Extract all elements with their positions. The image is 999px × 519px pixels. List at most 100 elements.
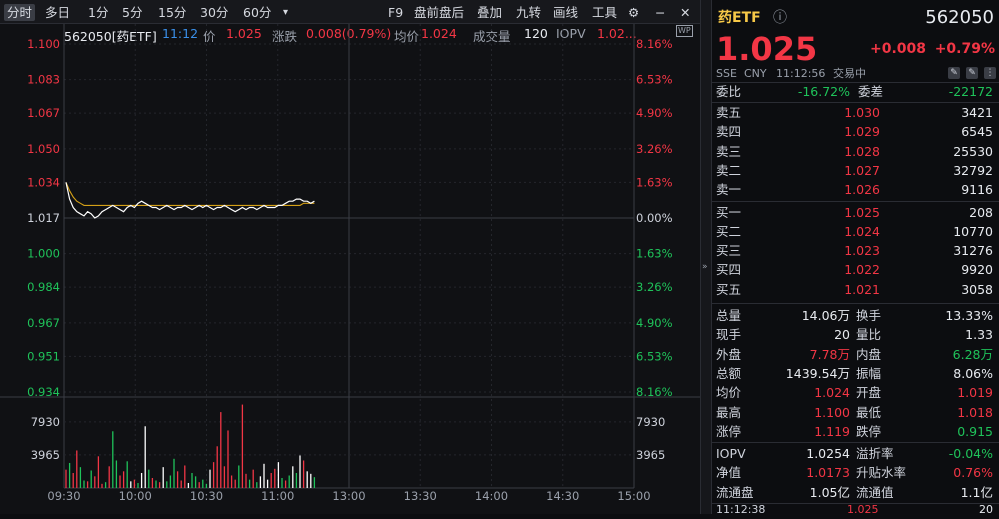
weicha-label: 委差 xyxy=(858,84,884,99)
price-tick-label: 0.984 xyxy=(27,280,60,294)
price-tick-label: 1.034 xyxy=(27,175,60,189)
price-change: +0.008 xyxy=(870,41,927,57)
level-label: 卖五 xyxy=(716,105,742,120)
nine-turn-button[interactable]: 九转 xyxy=(516,4,541,21)
info-icon[interactable]: ⓘ xyxy=(773,7,787,29)
stat-label: 量比 xyxy=(856,327,882,343)
panel-divider[interactable]: » xyxy=(700,0,712,514)
time-tick-label: 09:30 xyxy=(47,489,80,503)
stat-value: 13.33% xyxy=(945,308,993,323)
stat-value: 0.76% xyxy=(953,465,993,481)
bid-row: 买五 1.021 3058 xyxy=(712,280,999,299)
collapse-arrow-icon[interactable]: » xyxy=(702,262,708,272)
level-price[interactable]: 1.021 xyxy=(802,280,880,299)
pct-tick-label: 1.63% xyxy=(636,247,673,261)
tab-30min[interactable]: 30分 xyxy=(200,4,228,21)
chart-panel: 分时 多日 1分 5分 15分 30分 60分 ▾ F9 盘前盘后 叠加 九转 … xyxy=(0,0,700,514)
overlay-button[interactable]: 叠加 xyxy=(477,4,502,21)
edit-icon[interactable]: ✎ xyxy=(948,67,960,79)
stat-value: 14.06万 xyxy=(801,308,850,323)
level-price[interactable]: 1.023 xyxy=(802,241,880,260)
stat-value: 1.1亿 xyxy=(960,484,993,500)
stat-value: 1.33 xyxy=(965,327,993,343)
f9-button[interactable]: F9 xyxy=(388,4,403,21)
trade-status: 交易中 xyxy=(833,67,866,80)
vol-tick-label: 7930 xyxy=(31,415,60,429)
tab-multi-day[interactable]: 多日 xyxy=(45,4,70,21)
weicha-value: -22172 xyxy=(948,84,993,99)
tools-button[interactable]: 工具 xyxy=(592,4,617,21)
stat-value: 7.78万 xyxy=(809,346,850,362)
exchange: SSE xyxy=(716,67,737,80)
stat-label: 流通盘 xyxy=(716,484,754,500)
minimize-icon[interactable]: − xyxy=(655,4,665,21)
level-label: 卖三 xyxy=(716,143,742,159)
stat-label: 最高 xyxy=(716,404,742,420)
price-tick-label: 0.967 xyxy=(27,316,60,330)
chart-toolbar: 分时 多日 1分 5分 15分 30分 60分 ▾ F9 盘前盘后 叠加 九转 … xyxy=(0,0,700,24)
more-periods-icon[interactable]: ▾ xyxy=(283,4,288,21)
avg-price-line xyxy=(65,182,315,206)
stat-label: 振幅 xyxy=(856,365,882,381)
ask-row: 卖四 1.029 6545 xyxy=(712,122,999,141)
level-price[interactable]: 1.028 xyxy=(802,142,880,161)
stat-label: 升贴水率 xyxy=(856,465,907,481)
level-volume: 10770 xyxy=(953,223,993,239)
pct-tick-label: 6.53% xyxy=(636,73,673,87)
tab-5min[interactable]: 5分 xyxy=(122,4,142,21)
level-label: 买二 xyxy=(716,223,742,239)
price-tick-label: 1.000 xyxy=(27,247,60,261)
close-icon[interactable]: ✕ xyxy=(680,4,690,21)
pct-tick-label: 0.00% xyxy=(636,211,673,225)
price-tick-label: 0.951 xyxy=(27,349,60,363)
level-price[interactable]: 1.030 xyxy=(802,103,880,122)
order-ratio-row: 委比 -16.72% 委差 -22172 xyxy=(712,82,999,101)
stat-label: 外盘 xyxy=(716,346,742,362)
price-tick-label: 1.083 xyxy=(27,73,60,87)
stat-row: 总额 1439.54万 振幅 8.06% xyxy=(712,364,999,383)
pct-tick-label: 1.63% xyxy=(636,175,673,189)
stat-label: 开盘 xyxy=(856,385,882,401)
level-price[interactable]: 1.026 xyxy=(802,180,880,199)
quote-title-row: 药ETF ⓘ 562050 xyxy=(712,7,999,29)
pct-tick-label: 6.53% xyxy=(636,349,673,363)
tab-intraday[interactable]: 分时 xyxy=(4,4,36,21)
time-tick-label: 15:00 xyxy=(617,489,650,503)
draw-line-button[interactable]: 画线 xyxy=(553,4,578,21)
level-price[interactable]: 1.027 xyxy=(802,161,880,180)
stat-value: 1.100 xyxy=(814,404,850,420)
pct-tick-label: 4.90% xyxy=(636,316,673,330)
time-tick-label: 14:00 xyxy=(475,489,508,503)
level-volume: 208 xyxy=(969,204,993,220)
stat-row: 外盘 7.78万 内盘 6.28万 xyxy=(712,345,999,364)
level-volume: 3058 xyxy=(961,281,993,297)
pct-tick-label: 3.26% xyxy=(636,142,673,156)
level-volume: 25530 xyxy=(953,143,993,159)
level-price[interactable]: 1.024 xyxy=(802,222,880,241)
level-price[interactable]: 1.022 xyxy=(802,260,880,279)
ask-row: 卖三 1.028 25530 xyxy=(712,142,999,161)
level-price[interactable]: 1.025 xyxy=(802,203,880,222)
time-tick-label: 14:30 xyxy=(546,489,579,503)
stat-label: 总量 xyxy=(716,308,742,323)
security-code: 562050 xyxy=(925,7,994,28)
tab-15min[interactable]: 15分 xyxy=(158,4,186,21)
price-tick-label: 1.067 xyxy=(27,106,60,120)
stat-label: 换手 xyxy=(856,308,882,323)
level-price[interactable]: 1.029 xyxy=(802,122,880,141)
tab-60min[interactable]: 60分 xyxy=(243,4,271,21)
divider-line xyxy=(712,503,999,504)
pin-icon[interactable]: ✎ xyxy=(966,67,978,79)
ask-row: 卖五 1.030 3421 xyxy=(712,103,999,122)
stat-value: 1.05亿 xyxy=(809,484,850,500)
stat-label: 流通值 xyxy=(856,484,894,500)
tab-1min[interactable]: 1分 xyxy=(88,4,108,21)
bid-row: 买二 1.024 10770 xyxy=(712,222,999,241)
pre-post-market-button[interactable]: 盘前盘后 xyxy=(414,4,464,21)
stat-row: IOPV 1.0254 溢折率 -0.04% xyxy=(712,444,999,463)
gear-icon[interactable]: ⚙ xyxy=(628,4,639,21)
divider-line xyxy=(712,442,999,444)
more-icon[interactable]: ⋮ xyxy=(984,67,996,79)
time-tick-label: 11:00 xyxy=(261,489,294,503)
stat-value: 6.28万 xyxy=(952,346,993,362)
